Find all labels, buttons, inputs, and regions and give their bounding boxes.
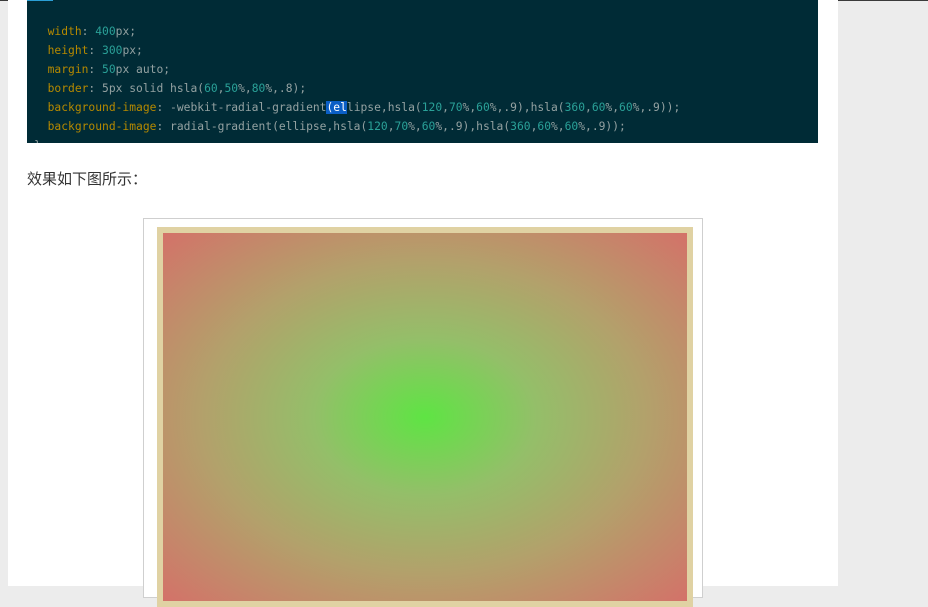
css-number: 300 <box>102 44 123 57</box>
code-line: margin: 50px auto; <box>47 63 171 76</box>
css-property: height <box>47 44 89 57</box>
css-value: %,.8); <box>265 82 307 95</box>
css-number: 60 <box>564 120 579 133</box>
code-block[interactable]: width: 400px; height: 300px; margin: 50p… <box>27 0 818 143</box>
css-value: , <box>585 101 592 114</box>
css-property: border <box>47 82 89 95</box>
css-number: 60 <box>537 120 551 133</box>
css-number: 50 <box>102 63 116 76</box>
css-value: %, <box>408 120 422 133</box>
css-value: %, <box>551 120 565 133</box>
code-line: border: 5px solid hsla(60,50%,80%,.8); <box>47 82 307 95</box>
css-value: lipse,hsla( <box>346 101 422 114</box>
css-value: %,.9),hsla( <box>489 101 565 114</box>
result-image-frame <box>143 218 703 607</box>
css-property: width <box>47 25 82 38</box>
css-number: 120 <box>367 120 388 133</box>
css-number: 120 <box>421 101 443 114</box>
code-line: background-image: radial-gradient(ellips… <box>47 120 626 133</box>
selected-text: (el <box>326 101 347 114</box>
css-value: px auto; <box>115 63 171 76</box>
css-number: 60 <box>421 120 436 133</box>
css-number: 60 <box>619 101 633 114</box>
css-value: %, <box>238 82 252 95</box>
css-value: %, <box>462 101 477 114</box>
css-number: 50 <box>224 82 239 95</box>
code-block-accent <box>27 0 53 1</box>
css-property: background-image <box>47 101 157 114</box>
css-value: %,.9),hsla( <box>435 120 511 133</box>
css-number: 360 <box>510 120 531 133</box>
radial-gradient-demo-box <box>157 227 693 607</box>
code-line: height: 300px; <box>47 44 143 57</box>
code-line: background-image: -webkit-radial-gradien… <box>47 101 681 114</box>
css-value: px; <box>115 25 137 38</box>
css-number: 60 <box>204 82 218 95</box>
result-caption: 效果如下图所示： <box>27 170 148 188</box>
css-number: 80 <box>251 82 266 95</box>
css-value: 5px solid hsla( <box>102 82 205 95</box>
css-property: margin <box>47 63 89 76</box>
css-number: 70 <box>448 101 463 114</box>
code-line: width: 400px; <box>47 25 137 38</box>
css-value: , <box>387 120 395 133</box>
css-number: 60 <box>591 101 606 114</box>
css-value: -webkit-radial-gradient <box>170 101 327 114</box>
css-number: 400 <box>95 25 116 38</box>
css-number: 360 <box>564 101 585 114</box>
css-value: %, <box>605 101 620 114</box>
css-number: 70 <box>394 120 409 133</box>
css-value: px; <box>122 44 143 57</box>
css-value: , <box>442 101 449 114</box>
css-value: radial-gradient(ellipse,hsla( <box>170 120 368 133</box>
css-number: 60 <box>476 101 490 114</box>
css-value: %,.9)); <box>578 120 626 133</box>
css-property: background-image <box>47 120 157 133</box>
css-value: %,.9)); <box>632 101 681 114</box>
code-closing-brace: } <box>34 136 818 143</box>
